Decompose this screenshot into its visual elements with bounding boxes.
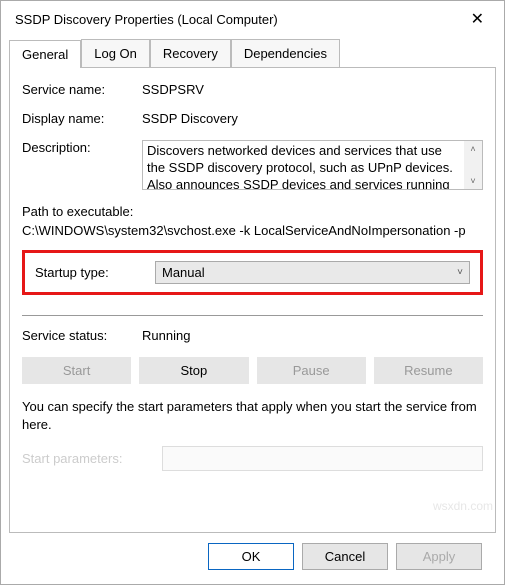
- description-container: Discovers networked devices and services…: [142, 140, 483, 190]
- scroll-up-icon[interactable]: ˄: [464, 141, 482, 157]
- row-description: Description: Discovers networked devices…: [22, 140, 483, 190]
- description-scrollbar[interactable]: ˄ ˅: [464, 141, 482, 189]
- row-display-name: Display name: SSDP Discovery: [22, 111, 483, 126]
- content-area: General Log On Recovery Dependencies Ser…: [1, 33, 504, 584]
- description-text[interactable]: Discovers networked devices and services…: [143, 141, 464, 189]
- start-params-label: Start parameters:: [22, 451, 162, 466]
- cancel-button[interactable]: Cancel: [302, 543, 388, 570]
- start-params-input: [162, 446, 483, 471]
- tab-bar: General Log On Recovery Dependencies: [9, 39, 496, 68]
- ok-button[interactable]: OK: [208, 543, 294, 570]
- startup-type-highlight: Startup type: Manual ˅: [22, 250, 483, 295]
- scroll-down-icon[interactable]: ˅: [464, 173, 482, 189]
- stop-button[interactable]: Stop: [139, 357, 248, 384]
- tab-log-on[interactable]: Log On: [81, 39, 150, 67]
- startup-type-value: Manual: [162, 265, 205, 280]
- window-title: SSDP Discovery Properties (Local Compute…: [15, 12, 278, 27]
- path-value: C:\WINDOWS\system32\svchost.exe -k Local…: [22, 223, 483, 238]
- dialog-window: SSDP Discovery Properties (Local Compute…: [0, 0, 505, 585]
- startup-type-select[interactable]: Manual ˅: [155, 261, 470, 284]
- dialog-footer: OK Cancel Apply: [9, 533, 496, 584]
- display-name-value: SSDP Discovery: [142, 111, 483, 126]
- tab-panel-general: Service name: SSDPSRV Display name: SSDP…: [9, 68, 496, 533]
- row-service-name: Service name: SSDPSRV: [22, 82, 483, 97]
- service-name-value: SSDPSRV: [142, 82, 483, 97]
- service-name-label: Service name:: [22, 82, 142, 97]
- service-status-label: Service status:: [22, 328, 142, 343]
- service-status-value: Running: [142, 328, 483, 343]
- description-box: Discovers networked devices and services…: [142, 140, 483, 190]
- apply-button: Apply: [396, 543, 482, 570]
- pause-button: Pause: [257, 357, 366, 384]
- tab-general[interactable]: General: [9, 40, 81, 68]
- description-label: Description:: [22, 140, 142, 155]
- start-button: Start: [22, 357, 131, 384]
- display-name-label: Display name:: [22, 111, 142, 126]
- service-control-buttons: Start Stop Pause Resume: [22, 357, 483, 384]
- resume-button: Resume: [374, 357, 483, 384]
- startup-type-label: Startup type:: [35, 265, 155, 280]
- row-service-status: Service status: Running: [22, 328, 483, 343]
- row-start-params: Start parameters:: [22, 446, 483, 471]
- path-label: Path to executable:: [22, 204, 483, 219]
- titlebar: SSDP Discovery Properties (Local Compute…: [1, 1, 504, 33]
- tab-dependencies[interactable]: Dependencies: [231, 39, 340, 67]
- close-icon[interactable]: ✕: [463, 9, 492, 29]
- chevron-down-icon: ˅: [457, 267, 463, 278]
- tab-recovery[interactable]: Recovery: [150, 39, 231, 67]
- start-params-note: You can specify the start parameters tha…: [22, 398, 483, 434]
- divider: [22, 315, 483, 316]
